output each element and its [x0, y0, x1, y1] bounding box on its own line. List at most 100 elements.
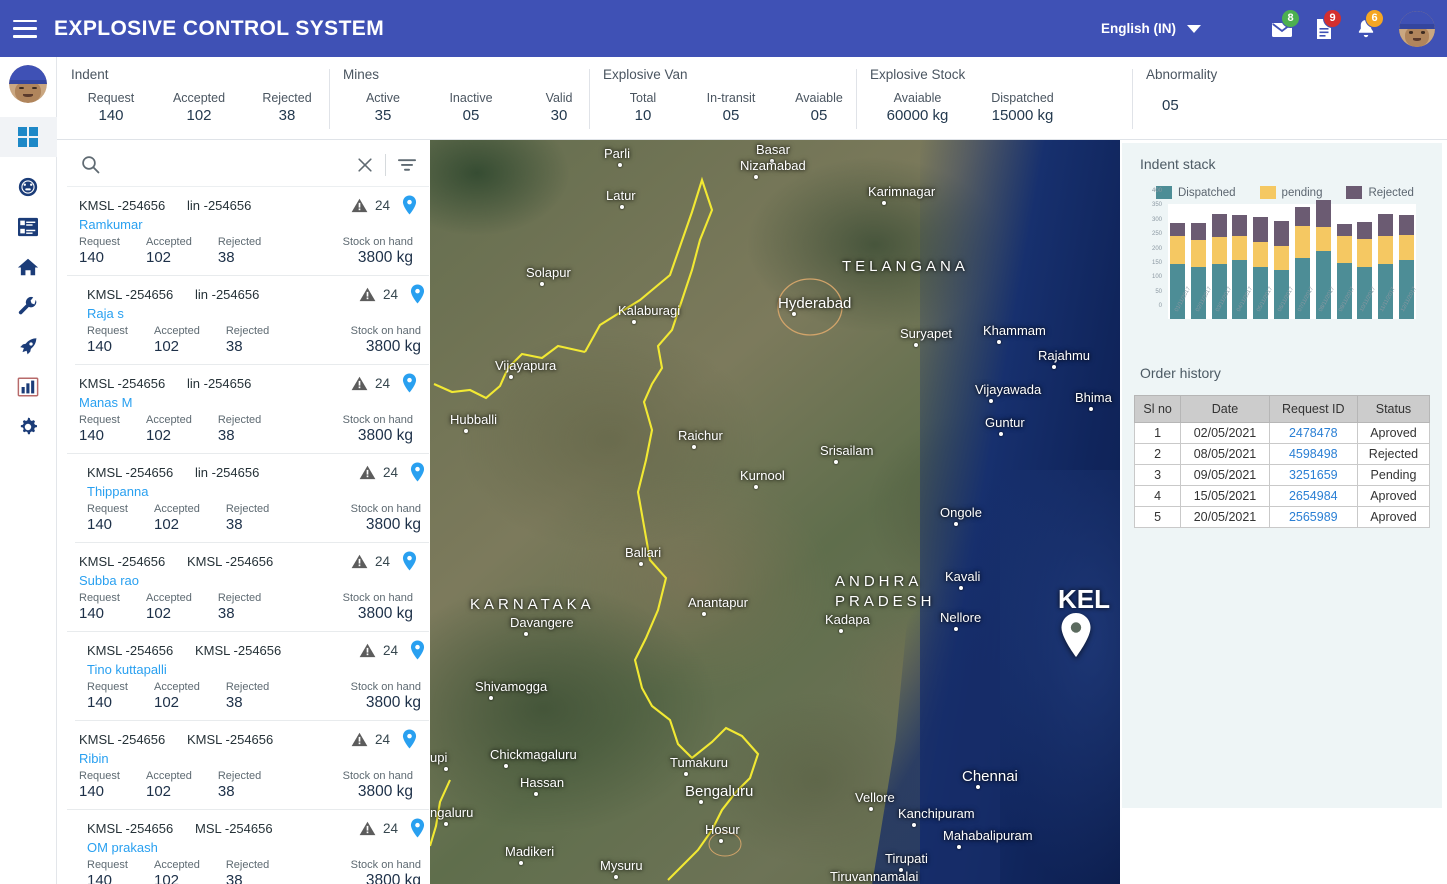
card-person-name[interactable]: OM prakash	[87, 840, 425, 855]
stat-value: 102	[146, 605, 192, 623]
warning-group: 24	[351, 732, 390, 747]
list-item[interactable]: KMSL -254656lin -25465624ThippannaReques…	[75, 454, 429, 543]
stat-label: Request	[87, 680, 128, 694]
sidebar-item-monitor[interactable]	[0, 167, 57, 207]
stat-label: Stock on hand	[351, 858, 421, 872]
map-city-dot	[989, 399, 993, 403]
sidebar-item-maintenance[interactable]	[0, 287, 57, 327]
sidebar-item-dashboard[interactable]	[0, 117, 57, 157]
chart-bar-segment-pending	[1232, 236, 1247, 260]
list-item[interactable]: KMSL -254656MSL -25465624OM prakashReque…	[75, 810, 429, 884]
table-row[interactable]: 102/05/20212478478Aproved	[1135, 423, 1430, 444]
notifications-badge: 6	[1365, 9, 1384, 28]
cell-request-id[interactable]: 4598498	[1269, 444, 1357, 465]
map-city-dot	[684, 772, 688, 776]
status-badge: Aproved	[1357, 423, 1429, 444]
card-stats-row: Request140Accepted102Rejected38Stock on …	[79, 413, 417, 445]
stat-stock-on-hand: Stock on hand3800 kg	[343, 413, 413, 445]
stat-rejected: Rejected38	[226, 680, 269, 712]
sidebar-item-operations[interactable]	[0, 327, 57, 367]
kpi-value: 05	[723, 106, 740, 126]
card-person-name[interactable]: Manas M	[79, 395, 417, 410]
search-icon[interactable]	[81, 155, 100, 174]
grid-icon	[17, 126, 39, 148]
sidebar-item-reports[interactable]	[0, 367, 57, 407]
table-row[interactable]: 520/05/20212565989Aproved	[1135, 507, 1430, 528]
avatar[interactable]	[1399, 11, 1435, 47]
list-item[interactable]: KMSL -254656lin -25465624Raja sRequest14…	[75, 276, 429, 365]
cell-request-id[interactable]: 3251659	[1269, 465, 1357, 486]
location-pin-icon[interactable]	[410, 640, 425, 660]
location-pin-icon[interactable]	[1060, 612, 1092, 658]
warning-count: 24	[383, 821, 398, 836]
card-stats-row: Request140Accepted102Rejected38Stock on …	[87, 324, 425, 356]
card-stats-row: Request140Accepted102Rejected38Stock on …	[87, 858, 425, 884]
cell-request-id[interactable]: 2654984	[1269, 486, 1357, 507]
map-city-dot	[639, 562, 643, 566]
filter-icon[interactable]	[397, 157, 417, 173]
card-person-name[interactable]: Ribin	[79, 751, 417, 766]
sidebar-item-home[interactable]	[0, 247, 57, 287]
sidebar-avatar[interactable]	[9, 65, 47, 103]
map-city-dot	[959, 586, 963, 590]
clear-search-icon[interactable]	[356, 156, 374, 174]
card-stats-row: Request140Accepted102Rejected38Stock on …	[79, 769, 417, 801]
kpi-value: 05	[463, 106, 480, 126]
location-pin-icon[interactable]	[402, 551, 417, 571]
list-item[interactable]: KMSL -254656KMSL -25465624Subba raoReque…	[67, 543, 429, 632]
search-input[interactable]	[114, 157, 356, 173]
messages-button[interactable]: 8	[1261, 12, 1303, 46]
documents-button[interactable]: 9	[1303, 12, 1345, 46]
location-pin-icon[interactable]	[402, 373, 417, 393]
list-item[interactable]: KMSL -254656KMSL -25465624RibinRequest14…	[67, 721, 429, 810]
map-city-dot	[699, 800, 703, 804]
location-pin-icon[interactable]	[410, 818, 425, 838]
chart-bar-segment-rejected	[1212, 214, 1227, 236]
table-row[interactable]: 415/05/20212654984Aproved	[1135, 486, 1430, 507]
cell-request-id[interactable]: 2565989	[1269, 507, 1357, 528]
location-pin-icon[interactable]	[402, 729, 417, 749]
language-selector[interactable]: English (IN)	[1101, 21, 1201, 36]
location-pin-icon[interactable]	[410, 284, 425, 304]
stat-label: Accepted	[154, 858, 200, 872]
cell-request-id[interactable]: 2478478	[1269, 423, 1357, 444]
map-city-dot	[1089, 407, 1093, 411]
notifications-button[interactable]: 6	[1345, 12, 1387, 46]
location-pin-icon[interactable]	[410, 462, 425, 482]
map-city-dot	[869, 807, 873, 811]
chart-bar-segment-pending	[1191, 240, 1206, 267]
list-item[interactable]: KMSL -254656lin -25465624RamkumarRequest…	[67, 187, 429, 276]
legend-item: pending	[1260, 186, 1323, 199]
stat-value: 140	[79, 605, 120, 623]
stat-value: 102	[146, 249, 192, 267]
card-person-name[interactable]: Raja s	[87, 306, 425, 321]
list-item[interactable]: KMSL -254656lin -25465624Manas MRequest1…	[67, 365, 429, 454]
warning-count: 24	[375, 554, 390, 569]
chart-bar-segment-pending	[1170, 236, 1185, 263]
card-person-name[interactable]: Ramkumar	[79, 217, 417, 232]
table-row[interactable]: 208/05/20214598498Rejected	[1135, 444, 1430, 465]
stat-label: Stock on hand	[343, 235, 413, 249]
hamburger-icon[interactable]	[13, 20, 37, 38]
stat-label: Rejected	[218, 235, 261, 249]
stat-accepted: Accepted102	[146, 769, 192, 801]
table-row[interactable]: 309/05/20213251659Pending	[1135, 465, 1430, 486]
chart-bar-segment-pending	[1274, 246, 1289, 270]
stat-value: 3800 kg	[343, 249, 413, 267]
list-item[interactable]: KMSL -254656KMSL -25465624Tino kuttapall…	[75, 632, 429, 721]
kpi-value: 35	[375, 106, 392, 126]
indent-card-list[interactable]: KMSL -254656lin -25465624RamkumarRequest…	[67, 187, 429, 884]
card-person-name[interactable]: Thippanna	[87, 484, 425, 499]
card-person-name[interactable]: Subba rao	[79, 573, 417, 588]
warning-group: 24	[351, 376, 390, 391]
kpi-group-title: Indent	[71, 67, 329, 82]
sidebar-item-settings[interactable]	[0, 407, 57, 447]
card-code-secondary: KMSL -254656	[187, 554, 351, 569]
warning-group: 24	[351, 554, 390, 569]
location-pin-icon[interactable]	[402, 195, 417, 215]
warning-icon	[351, 198, 368, 213]
map-view[interactable]: TELANGANAKARNATAKAANDHRAPRADESHParliBasa…	[430, 140, 1120, 884]
card-person-name[interactable]: Tino kuttapalli	[87, 662, 425, 677]
sidebar-item-records[interactable]	[0, 207, 57, 247]
map-city-dot	[839, 629, 843, 633]
